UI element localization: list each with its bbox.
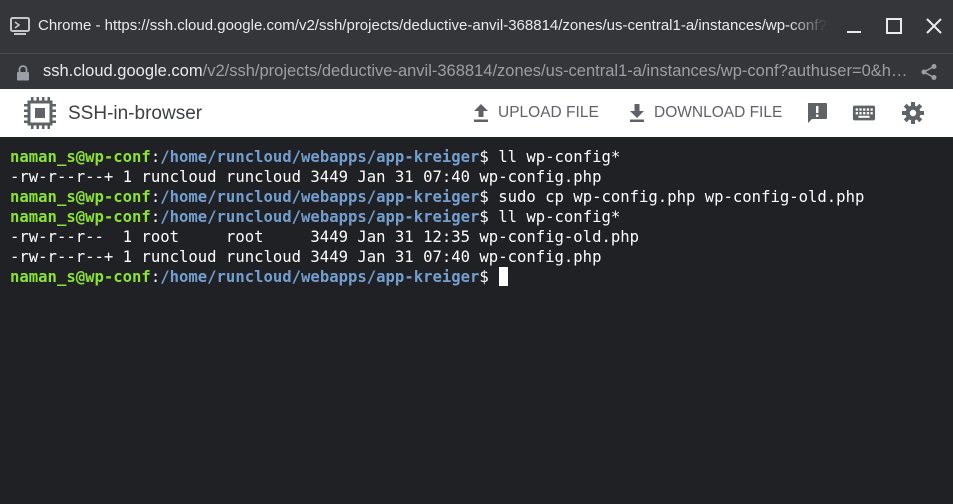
prompt-symbol: $ (479, 208, 499, 226)
terminal-line: naman_s@wp-conf:/home/runcloud/webapps/a… (10, 147, 953, 167)
prompt-path: /home/runcloud/webapps/app-kreiger (160, 188, 480, 206)
url-bar: ssh.cloud.google.com/v2/ssh/projects/ded… (0, 53, 953, 89)
lock-icon[interactable] (16, 65, 30, 81)
upload-file-label: UPLOAD FILE (498, 104, 599, 121)
window-title-bar: Chrome - https://ssh.cloud.google.com/v2… (0, 0, 953, 53)
window-title: Chrome - https://ssh.cloud.google.com/v2… (38, 17, 828, 34)
prompt-separator: : (150, 268, 161, 286)
maximize-icon[interactable] (882, 14, 906, 38)
download-file-label: DOWNLOAD FILE (654, 104, 783, 121)
terminal-line: naman_s@wp-conf:/home/runcloud/webapps/a… (10, 187, 953, 207)
url-path: /v2/ssh/projects/deductive-anvil-368814/… (202, 62, 909, 80)
terminal-output-line: -rw-r--r--+ 1 runcloud runcloud 3449 Jan… (10, 168, 602, 186)
terminal-output-line: -rw-r--r--+ 1 runcloud runcloud 3449 Jan… (10, 248, 602, 266)
prompt-symbol: $ (479, 268, 499, 286)
chip-icon (24, 97, 56, 129)
keyboard-icon[interactable] (852, 101, 876, 125)
prompt-path: /home/runcloud/webapps/app-kreiger (160, 148, 480, 166)
prompt-symbol: $ (479, 148, 499, 166)
terminal-cursor (499, 267, 509, 286)
download-icon (630, 104, 644, 122)
terminal-line: naman_s@wp-conf:/home/runcloud/webapps/a… (10, 207, 953, 227)
command-text: ll wp-config* (498, 208, 621, 226)
terminal-line: naman_s@wp-conf:/home/runcloud/webapps/a… (10, 267, 953, 287)
prompt-user: naman_s@wp-conf (10, 268, 151, 286)
upload-icon (474, 104, 488, 122)
url-text[interactable]: ssh.cloud.google.com/v2/ssh/projects/ded… (43, 62, 909, 81)
prompt-separator: : (150, 188, 161, 206)
download-file-button[interactable]: DOWNLOAD FILE (628, 89, 782, 137)
command-text: ll wp-config* (498, 148, 621, 166)
feedback-icon[interactable] (805, 101, 829, 125)
settings-icon[interactable] (901, 101, 925, 125)
terminal-output-line: -rw-r--r-- 1 root root 3449 Jan 31 12:35… (10, 228, 640, 246)
share-icon[interactable] (920, 63, 938, 81)
terminal[interactable]: naman_s@wp-conf:/home/runcloud/webapps/a… (0, 137, 953, 504)
prompt-symbol: $ (479, 188, 499, 206)
ssh-toolbar: SSH-in-browser UPLOAD FILE DOWNLOAD FILE (0, 89, 953, 137)
prompt-separator: : (150, 148, 161, 166)
prompt-user: naman_s@wp-conf (10, 208, 151, 226)
prompt-path: /home/runcloud/webapps/app-kreiger (160, 268, 480, 286)
url-host: ssh.cloud.google.com (43, 62, 203, 80)
minimize-icon[interactable] (842, 14, 866, 38)
close-icon[interactable] (922, 14, 946, 38)
brand-title: SSH-in-browser (68, 103, 203, 124)
prompt-separator: : (150, 208, 161, 226)
upload-file-button[interactable]: UPLOAD FILE (472, 89, 599, 137)
prompt-path: /home/runcloud/webapps/app-kreiger (160, 208, 480, 226)
prompt-user: naman_s@wp-conf (10, 188, 151, 206)
command-text: sudo cp wp-config.php wp-config-old.php (498, 188, 865, 206)
terminal-app-icon (10, 17, 30, 35)
prompt-user: naman_s@wp-conf (10, 148, 151, 166)
